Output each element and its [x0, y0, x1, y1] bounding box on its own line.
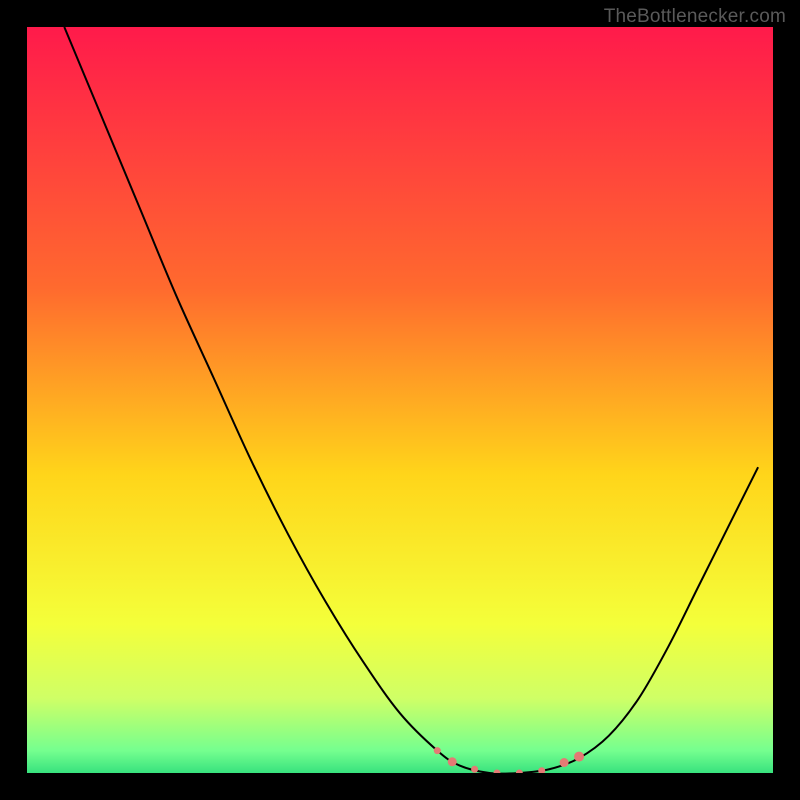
chart-plot-area — [27, 27, 773, 773]
highlight-marker — [448, 757, 457, 766]
chart-svg — [27, 27, 773, 773]
highlight-marker — [574, 752, 584, 762]
highlight-marker — [471, 766, 478, 773]
highlight-marker — [434, 747, 441, 754]
highlight-marker — [560, 758, 569, 767]
watermark-text: TheBottlenecker.com — [604, 6, 786, 28]
